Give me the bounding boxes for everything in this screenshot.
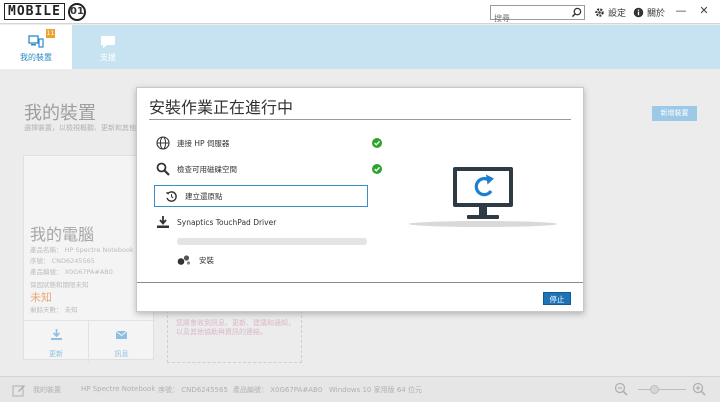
settings-label: 設定 xyxy=(608,9,627,19)
status-bar: 我的裝置 HP Spectre Notebook 序號： CND6245565 … xyxy=(0,376,720,402)
mail-icon xyxy=(115,330,128,339)
step-check-disk: 檢查可用磁碟空間 xyxy=(155,159,382,179)
notifications-text: 您將會收到訊息、更新、建議和通知，以及其他協助與資訊的連結。 xyxy=(176,319,295,336)
download-icon xyxy=(155,214,171,230)
about-label: 關於 xyxy=(647,9,666,19)
settings-button[interactable]: 設定 xyxy=(594,5,626,20)
zoom-slider-track[interactable] xyxy=(638,389,686,390)
add-device-button[interactable]: 新增裝置 xyxy=(652,106,697,121)
warranty-note: 保固狀態和期限未知 xyxy=(30,281,89,289)
devices-icon xyxy=(28,35,44,48)
step-driver-label: Synaptics TouchPad Driver xyxy=(177,217,277,227)
step-connect-label: 連接 HP 伺服器 xyxy=(177,138,230,148)
restore-icon xyxy=(163,188,179,204)
close-button[interactable]: ✕ xyxy=(697,4,711,18)
zoom-out-icon[interactable] xyxy=(614,382,628,396)
status-os: Windows 10 家用版 64 位元 xyxy=(329,386,422,394)
step-connect-server: 連接 HP 伺服器 xyxy=(155,133,382,153)
about-button[interactable]: 關於 xyxy=(633,5,665,20)
title-bar: MOBILE 01 設定 關於 — ✕ xyxy=(0,0,720,25)
chat-icon xyxy=(101,36,115,48)
device-card-actions: 更新 訊息 xyxy=(24,320,155,362)
page-title: 我的裝置 xyxy=(24,103,96,124)
download-icon xyxy=(51,329,62,340)
status-product-number: 產品編號： X0G67PA#AB0 xyxy=(233,386,323,394)
device-product-number: 產品編號： X0G67PA#AB0 xyxy=(30,268,113,276)
page-subtitle: 選擇裝置，以檢視概觀、更新和其他 xyxy=(24,124,136,132)
tab-my-devices[interactable]: 11 我的裝置 xyxy=(0,25,72,69)
zoom-in-icon[interactable] xyxy=(692,382,706,396)
updates-label: 更新 xyxy=(49,350,63,358)
magnifier-icon xyxy=(155,161,171,177)
logo-text: MOBILE xyxy=(4,3,65,20)
gear-icon xyxy=(595,8,604,17)
logo-mark: 01 xyxy=(67,2,86,21)
status-device-name: 我的裝置 xyxy=(33,386,61,394)
device-product-name: 產品名稱： HP Spectre Notebook xyxy=(30,246,134,254)
status-serial: 序號： CND6245565 xyxy=(158,386,228,394)
edit-icon[interactable] xyxy=(12,383,26,397)
updates-button[interactable]: 更新 xyxy=(24,321,89,362)
globe-icon xyxy=(155,135,171,151)
zoom-slider-handle[interactable] xyxy=(650,385,659,394)
spinner-icon xyxy=(177,255,191,265)
install-substep-label: 安裝 xyxy=(199,255,214,265)
tab-support[interactable]: 支援 xyxy=(72,25,144,69)
dialog-title: 安裝作業正在進行中 xyxy=(149,98,294,117)
search-icon[interactable] xyxy=(571,7,582,18)
minimize-button[interactable]: — xyxy=(674,4,688,18)
install-progress-dialog: 安裝作業正在進行中 連接 HP 伺服器 檢查可用磁碟空間 建立還原點 Synap… xyxy=(136,87,584,312)
device-count-badge: 11 xyxy=(46,29,55,38)
tab-support-label: 支援 xyxy=(100,53,116,62)
monitor-refresh-icon xyxy=(409,167,557,227)
top-navigation: 11 我的裝置 支援 xyxy=(0,25,720,69)
info-icon xyxy=(633,7,644,18)
device-card-title: 我的電腦 xyxy=(30,225,95,244)
dialog-footer-divider xyxy=(137,282,583,283)
install-progress-bar xyxy=(177,238,367,245)
status-product: HP Spectre Notebook xyxy=(81,385,156,393)
title-divider xyxy=(149,119,571,120)
messages-button[interactable]: 訊息 xyxy=(89,321,154,362)
search-box[interactable] xyxy=(490,5,585,25)
step-touchpad-driver: Synaptics TouchPad Driver xyxy=(155,212,369,232)
stop-button[interactable]: 停止 xyxy=(543,292,571,305)
step-check-disk-label: 檢查可用磁碟空間 xyxy=(177,164,237,174)
check-icon xyxy=(372,164,382,174)
device-serial: 序號： CND6245565 xyxy=(30,257,95,265)
app-logo: MOBILE 01 xyxy=(4,1,86,22)
install-substep: 安裝 xyxy=(177,252,214,268)
messages-label: 訊息 xyxy=(114,350,129,358)
device-card[interactable]: 我的電腦 產品名稱： HP Spectre Notebook 序號： CND62… xyxy=(23,155,155,362)
step-restore-label: 建立還原點 xyxy=(185,191,223,201)
search-input[interactable] xyxy=(491,12,569,25)
check-icon xyxy=(372,138,382,148)
step-create-restore-point: 建立還原點 xyxy=(154,185,368,207)
warranty-status: 未知 xyxy=(30,291,52,304)
tab-my-devices-label: 我的裝置 xyxy=(20,53,52,62)
warranty-days: 剩餘天數： 未知 xyxy=(30,306,78,314)
